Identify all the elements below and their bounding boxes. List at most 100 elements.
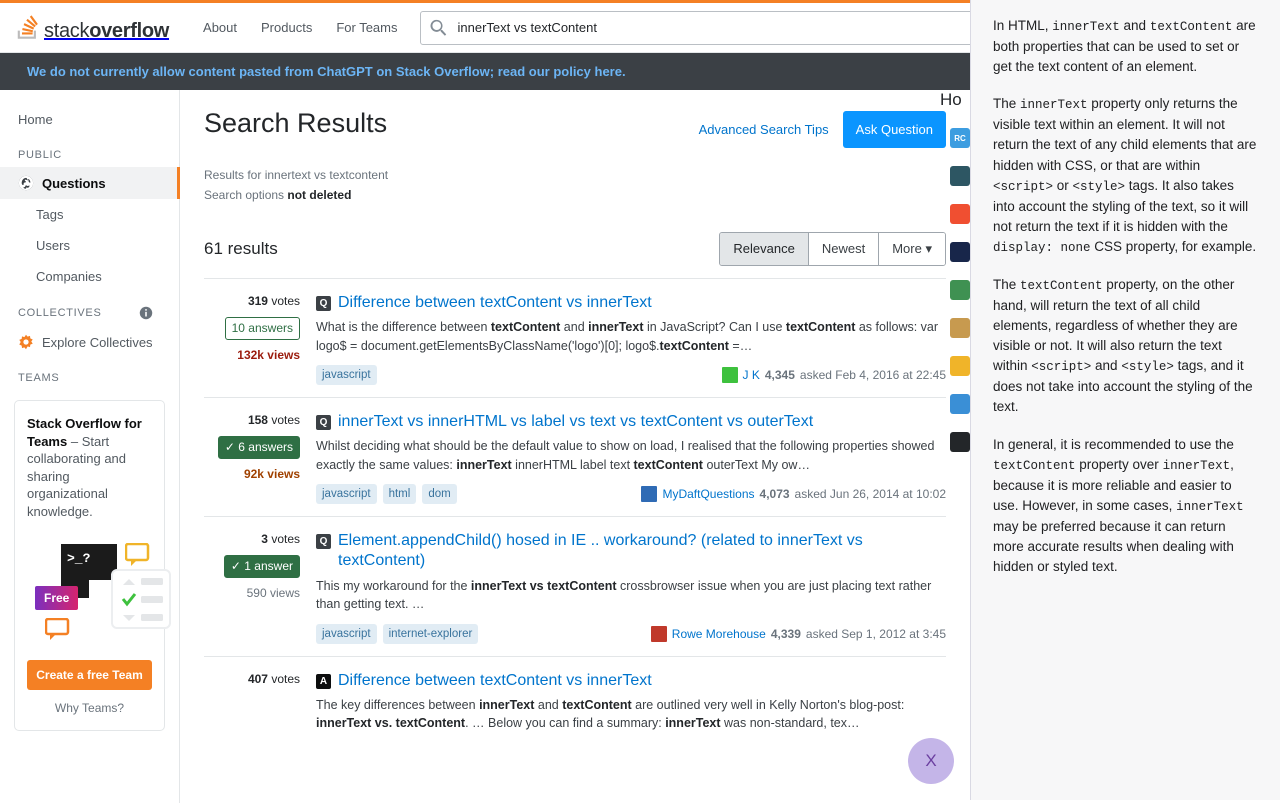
result-body: QElement.appendChild() hosed in IE .. wo… xyxy=(316,531,946,644)
results-for-line: Results for innertext vs textcontent xyxy=(204,166,946,186)
banner-link[interactable]: We do not currently allow content pasted… xyxy=(27,64,626,79)
tag[interactable]: javascript xyxy=(316,365,377,385)
left-sidebar: Home PUBLIC Questions Tags Users Compani… xyxy=(0,90,180,803)
result-item: 158 votes✓ 6 answers92k viewsQinnerText … xyxy=(204,397,946,516)
result-title-link[interactable]: Difference between textContent vs innerT… xyxy=(338,293,652,314)
tag-list: javascript xyxy=(316,365,377,385)
overlay-paragraph: In general, it is recommended to use the… xyxy=(993,435,1258,578)
result-title-link[interactable]: Element.appendChild() hosed in IE .. wor… xyxy=(338,531,946,573)
create-free-team-button[interactable]: Create a free Team xyxy=(27,660,152,690)
teams-promo-text: Stack Overflow for Teams – Start collabo… xyxy=(27,415,152,520)
asked-date: asked Feb 4, 2016 at 22:45 xyxy=(800,368,946,382)
result-excerpt: The key differences between innerText an… xyxy=(316,696,946,732)
nav-for-teams[interactable]: For Teams xyxy=(324,11,409,44)
tag[interactable]: internet-explorer xyxy=(383,624,479,644)
view-count: 132k views xyxy=(204,349,300,362)
content-header: Search Results Advanced Search Tips Ask … xyxy=(204,106,946,148)
logo-wordmark: stackoverflow xyxy=(44,21,169,43)
book-icon[interactable] xyxy=(950,356,970,376)
result-title-row: QinnerText vs innerHTML vs label vs text… xyxy=(316,412,946,433)
result-title-link[interactable]: innerText vs innerHTML vs label vs text … xyxy=(338,412,813,433)
map-pin-icon[interactable] xyxy=(950,394,970,414)
author-link[interactable]: J K xyxy=(743,368,760,382)
result-title-link[interactable]: Difference between textContent vs innerT… xyxy=(338,671,652,692)
author-link[interactable]: MyDaftQuestions xyxy=(662,487,754,501)
teams-promo-illustration: >_? Free xyxy=(27,534,152,654)
sidebar-item-home[interactable]: Home xyxy=(0,104,179,135)
tag[interactable]: dom xyxy=(422,484,456,504)
rc-collective-icon[interactable]: RC xyxy=(950,128,970,148)
answer-overlay-panel: In HTML, innerText and textContent are b… xyxy=(970,0,1280,800)
result-title-row: QElement.appendChild() hosed in IE .. wo… xyxy=(316,531,946,573)
globe-icon xyxy=(18,175,34,191)
result-stats: 319 votes10 answers132k views xyxy=(204,293,316,385)
view-count: 92k views xyxy=(204,468,300,481)
tag[interactable]: javascript xyxy=(316,484,377,504)
globe-search-icon[interactable] xyxy=(950,432,970,452)
result-stats: 3 votes✓ 1 answer590 views xyxy=(204,531,316,644)
why-teams-link[interactable]: Why Teams? xyxy=(27,690,152,716)
sidebar-heading-public: PUBLIC xyxy=(0,135,179,167)
nav-products[interactable]: Products xyxy=(249,11,324,44)
result-byline: MyDaftQuestions4,073asked Jun 26, 2014 a… xyxy=(641,486,946,502)
bookmark-icon[interactable] xyxy=(950,204,970,224)
close-overlay-bubble[interactable]: X xyxy=(908,738,954,784)
ask-question-button[interactable]: Ask Question xyxy=(843,111,946,148)
count-and-sort-row: 61 results Relevance Newest More ▾ xyxy=(204,232,946,266)
info-icon[interactable] xyxy=(139,306,153,320)
sidebar-item-explore-collectives[interactable]: Explore Collectives xyxy=(0,326,179,358)
stack-overflow-logo[interactable]: stackoverflow xyxy=(14,13,169,43)
answers-badge: 10 answers xyxy=(225,317,300,340)
chatgpt-policy-banner: We do not currently allow content pasted… xyxy=(0,53,970,90)
inline-code: textContent xyxy=(1150,20,1233,34)
sidebar-item-label: Users xyxy=(36,238,70,253)
inline-code: innerText xyxy=(1020,98,1088,112)
answer-type-icon: A xyxy=(316,674,331,689)
page-shell: Home PUBLIC Questions Tags Users Compani… xyxy=(0,90,970,803)
inline-code: <style> xyxy=(1121,360,1174,374)
search-option-value: not deleted xyxy=(287,188,351,202)
tag-list: javascript htmldom xyxy=(316,484,457,504)
result-excerpt: This my workaround for the innerText vs … xyxy=(316,577,946,613)
piggy-bank-icon[interactable] xyxy=(950,166,970,186)
logo-icon xyxy=(14,13,40,43)
result-footer: javascripthtmldomMyDaftQuestions4,073ask… xyxy=(316,484,946,504)
author-reputation: 4,073 xyxy=(760,487,790,501)
nav-about[interactable]: About xyxy=(191,11,249,44)
search-results-list: 319 votes10 answers132k viewsQDifference… xyxy=(204,278,946,745)
sort-newest-button[interactable]: Newest xyxy=(808,233,878,265)
result-item: 407 votesA Difference between textContent… xyxy=(204,656,946,745)
speech-bubble-orange-icon xyxy=(45,618,71,642)
result-item: 3 votes✓ 1 answer590 viewsQElement.appen… xyxy=(204,516,946,656)
inline-code: innerText xyxy=(1163,459,1231,473)
sidebar-item-users[interactable]: Users xyxy=(0,230,179,261)
avatar xyxy=(641,486,657,502)
author-link[interactable]: Rowe Morehouse xyxy=(672,627,766,641)
avatar xyxy=(722,367,738,383)
sidebar-item-label: Questions xyxy=(42,176,106,191)
medal-icon[interactable] xyxy=(950,318,970,338)
sidebar-item-label: Explore Collectives xyxy=(42,335,153,350)
sidebar-item-questions[interactable]: Questions xyxy=(0,167,180,199)
diamonds-icon[interactable] xyxy=(950,280,970,300)
result-body: A Difference between textContent vs inner… xyxy=(316,671,946,733)
inline-code: <style> xyxy=(1073,180,1126,194)
sidebar-item-tags[interactable]: Tags xyxy=(0,199,179,230)
search-icon xyxy=(430,19,448,37)
right-rail-title: Ho xyxy=(940,90,962,110)
login-box-icon[interactable] xyxy=(950,242,970,262)
results-count: 61 results xyxy=(204,239,278,259)
result-byline: Rowe Morehouse4,339asked Sep 1, 2012 at … xyxy=(651,626,946,642)
overlay-paragraph: The textContent property, on the other h… xyxy=(993,275,1258,418)
result-body: QDifference between textContent vs inner… xyxy=(316,293,946,385)
tag[interactable]: html xyxy=(383,484,417,504)
answers-badge: ✓ 6 answers xyxy=(218,436,300,459)
sort-more-button[interactable]: More ▾ xyxy=(878,233,945,265)
teams-promo-card: Stack Overflow for Teams – Start collabo… xyxy=(14,400,165,731)
sort-relevance-button[interactable]: Relevance xyxy=(720,233,807,265)
chevron-down-icon: ▾ xyxy=(925,241,932,256)
advanced-search-tips-link[interactable]: Advanced Search Tips xyxy=(699,122,829,137)
tag[interactable]: javascript xyxy=(316,624,377,644)
sidebar-item-companies[interactable]: Companies xyxy=(0,261,179,292)
result-stats: 407 votes xyxy=(204,671,316,733)
